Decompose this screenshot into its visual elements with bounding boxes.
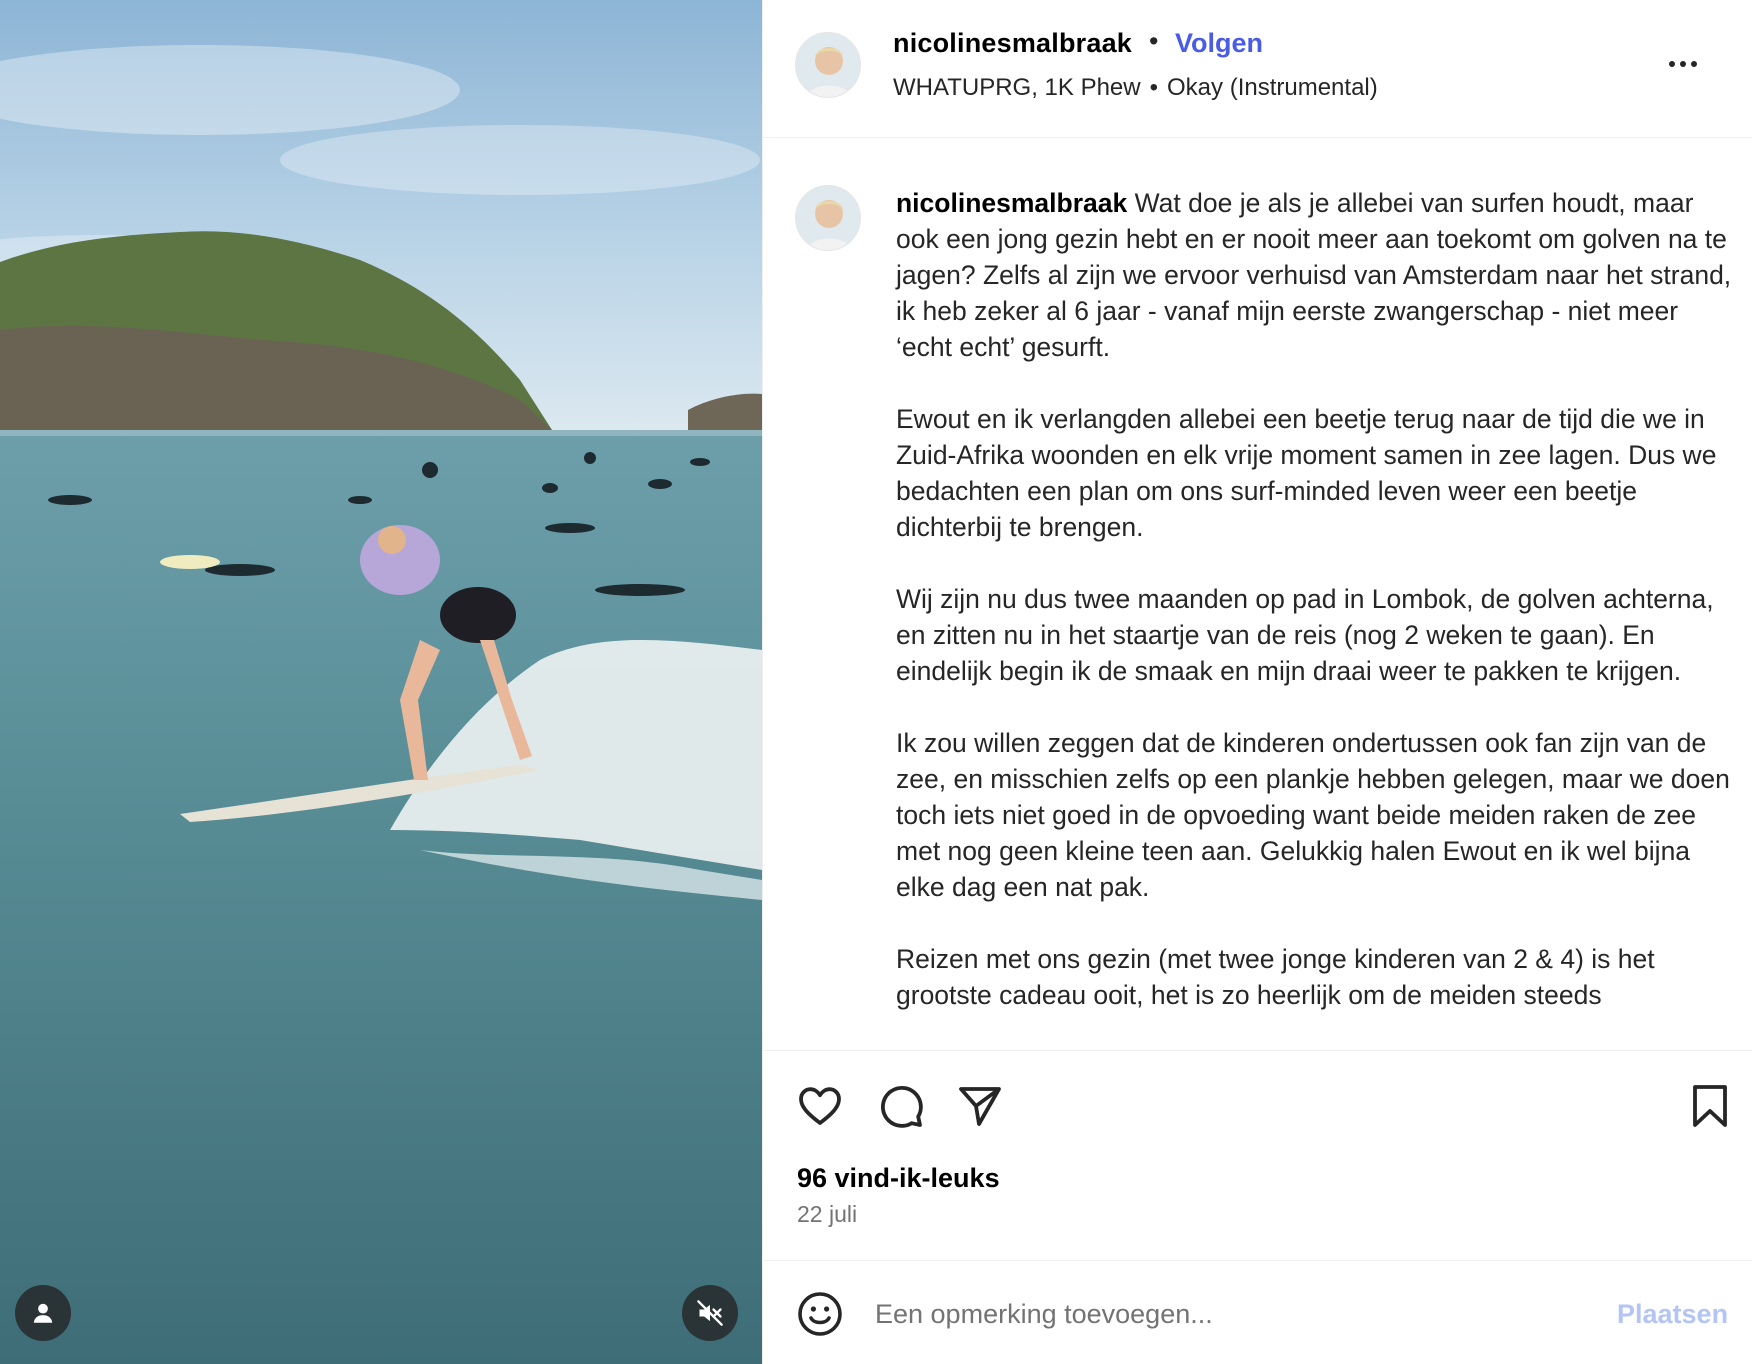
comment-input[interactable] [875, 1289, 1515, 1339]
muted-speaker-icon [697, 1300, 723, 1326]
audio-toggle-button[interactable] [682, 1285, 738, 1341]
comment-bar: Plaatsen [763, 1260, 1752, 1364]
avatar-photo [796, 186, 860, 250]
save-button[interactable] [1685, 1081, 1735, 1131]
audio-artist: WHATUPRG, 1K Phew [893, 74, 1141, 101]
caption-author-avatar[interactable] [795, 185, 861, 251]
paper-plane-icon [959, 1087, 1001, 1126]
follow-button[interactable]: Volgen [1175, 28, 1263, 59]
caption-username[interactable]: nicolinesmalbraak [896, 188, 1127, 218]
post-date[interactable]: 22 juli [797, 1201, 857, 1228]
heart-icon [799, 1087, 841, 1125]
likes-count[interactable]: 96 vind-ik-leuks [797, 1163, 1000, 1194]
like-button[interactable] [795, 1081, 845, 1131]
separator-dot: • [1149, 74, 1159, 101]
caption-scroll-area[interactable]: nicolinesmalbraak Wat doe je als je alle… [763, 139, 1752, 1049]
user-tag-icon [33, 1303, 53, 1323]
post-panel: nicolinesmalbraak • Volgen WHATUPRG, 1K … [762, 0, 1752, 1364]
surf-video-frame [0, 0, 762, 1364]
comment-bubble-icon [881, 1086, 923, 1128]
caption-paragraph: nicolinesmalbraak Wat doe je als je alle… [896, 185, 1736, 365]
post-actions: 96 vind-ik-leuks 22 juli [763, 1050, 1752, 1227]
bookmark-icon [1693, 1085, 1727, 1127]
emoji-icon [798, 1292, 842, 1336]
caption-paragraph: Ewout en ik verlangden allebei een beetj… [896, 404, 1717, 542]
tagged-users-button[interactable] [15, 1285, 71, 1341]
audio-track: Okay (Instrumental) [1167, 74, 1378, 101]
more-options-button[interactable] [1661, 44, 1705, 84]
emoji-button[interactable] [795, 1289, 845, 1339]
post-media[interactable] [0, 0, 762, 1364]
post-caption: nicolinesmalbraak Wat doe je als je alle… [896, 185, 1736, 1049]
separator-dot: • [1149, 26, 1159, 56]
more-horizontal-icon [1669, 61, 1675, 67]
caption-paragraph: Wij zijn nu dus twee maanden op pad in L… [896, 584, 1714, 686]
author-avatar[interactable] [795, 32, 861, 98]
caption-paragraph: Reizen met ons gezin (met twee jonge kin… [896, 944, 1655, 1010]
more-horizontal-icon [1680, 61, 1686, 67]
caption-paragraph: Ik zou willen zeggen dat de kinderen ond… [896, 728, 1730, 902]
share-button[interactable] [955, 1081, 1005, 1131]
author-username[interactable]: nicolinesmalbraak [893, 28, 1132, 59]
post-header: nicolinesmalbraak • Volgen WHATUPRG, 1K … [763, 0, 1752, 138]
post-comment-button[interactable]: Plaatsen [1617, 1299, 1728, 1330]
audio-info[interactable]: WHATUPRG, 1K Phew • Okay (Instrumental) [893, 74, 1378, 102]
comment-button[interactable] [876, 1081, 926, 1131]
more-horizontal-icon [1691, 61, 1697, 67]
avatar-photo [796, 33, 860, 97]
